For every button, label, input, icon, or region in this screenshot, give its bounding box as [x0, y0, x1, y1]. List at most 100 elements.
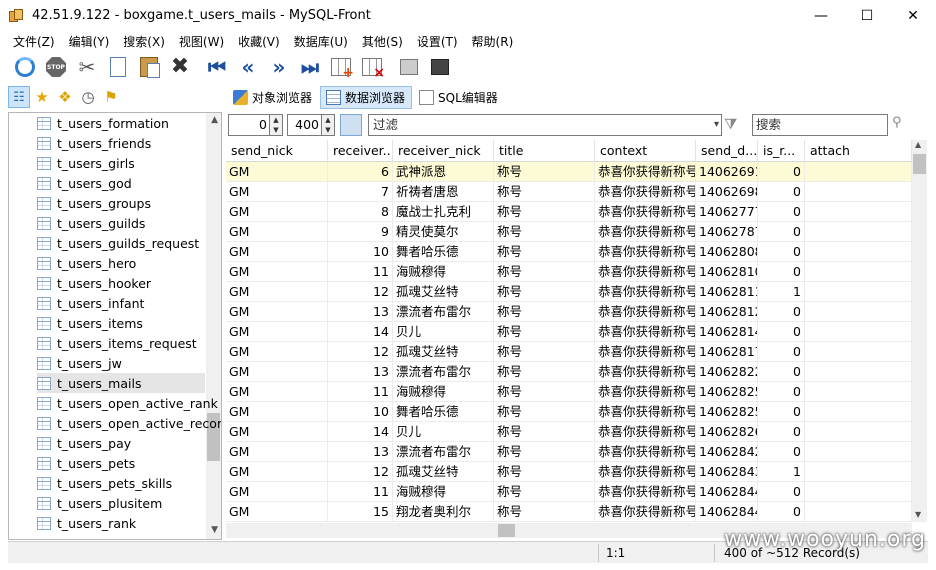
column-header[interactable]: receiver_nick — [393, 140, 494, 162]
table-cell[interactable]: 称号 — [494, 502, 595, 522]
table-cell[interactable] — [805, 282, 912, 302]
table-cell[interactable]: 14062814 — [696, 322, 758, 342]
explorer-button[interactable]: ❖ — [54, 86, 76, 108]
table-cell[interactable] — [805, 322, 912, 342]
tree-item-t-users-formation[interactable]: t_users_formation — [37, 113, 177, 133]
tree-item-t-users-hooker[interactable]: t_users_hooker — [37, 273, 159, 293]
scroll-down-icon[interactable]: ▼ — [211, 525, 218, 535]
table-cell[interactable]: 舞者哈乐德 — [393, 402, 494, 422]
tree-item-t-users-items-request[interactable]: t_users_items_request — [37, 333, 205, 353]
table-cell[interactable] — [805, 182, 912, 202]
table-row[interactable]: GM 8 魔战士扎克利 称号 恭喜你获得新称号 14062777 0 — [226, 202, 912, 222]
table-cell[interactable]: 祈祷者唐恩 — [393, 182, 494, 202]
table-cell[interactable] — [805, 302, 912, 322]
tree-item-t-users-open-active-recor[interactable]: t_users_open_active_recor — [37, 413, 221, 433]
table-row[interactable]: GM 13 漂流者布雷尔 称号 恭喜你获得新称号 14062822 0 — [226, 362, 912, 382]
table-cell[interactable]: 0 — [758, 442, 805, 462]
menu-edit[interactable]: 编辑(Y) — [62, 33, 117, 50]
table-cell[interactable]: 14062826 — [696, 422, 758, 442]
tree-item-t-users-girls[interactable]: t_users_girls — [37, 153, 143, 173]
table-cell[interactable]: 称号 — [494, 382, 595, 402]
table-cell[interactable]: 武神派恩 — [393, 162, 494, 182]
table-cell[interactable]: 称号 — [494, 442, 595, 462]
table-cell[interactable]: 恭喜你获得新称号 — [595, 482, 696, 502]
table-cell[interactable]: 称号 — [494, 262, 595, 282]
paste-button[interactable] — [136, 54, 162, 80]
last-record-button[interactable]: ⏭ — [297, 54, 323, 80]
menu-view[interactable]: 视图(W) — [172, 33, 231, 50]
table-cell[interactable]: 恭喜你获得新称号 — [595, 402, 696, 422]
chevron-down-icon[interactable]: ▾ — [714, 115, 719, 135]
table-cell[interactable]: 7 — [328, 182, 393, 202]
table-row[interactable]: GM 9 精灵使莫尔 称号 恭喜你获得新称号 14062787 0 — [226, 222, 912, 242]
table-row[interactable]: GM 6 武神派恩 称号 恭喜你获得新称号 14062691 0 — [226, 162, 912, 182]
tree-item-t-users-rank[interactable]: t_users_rank — [37, 513, 144, 533]
tree-item-t-users-infant[interactable]: t_users_infant — [37, 293, 152, 313]
tree-item-t-users-mails[interactable]: t_users_mails — [37, 373, 205, 393]
scroll-down-icon[interactable]: ▼ — [915, 510, 921, 519]
table-cell[interactable]: GM — [226, 162, 328, 182]
table-cell[interactable]: 0 — [758, 222, 805, 242]
limit-spinner[interactable]: ▲ ▼ — [322, 114, 335, 136]
column-header[interactable]: send_nick — [226, 140, 328, 162]
table-row[interactable]: GM 12 孤魂艾丝特 称号 恭喜你获得新称号 14062843 1 — [226, 462, 912, 482]
grid-scroll-thumb[interactable] — [913, 154, 926, 174]
table-cell[interactable]: 14062842 — [696, 442, 758, 462]
table-cell[interactable]: 0 — [758, 502, 805, 522]
table-cell[interactable]: 恭喜你获得新称号 — [595, 382, 696, 402]
table-cell[interactable]: 恭喜你获得新称号 — [595, 502, 696, 522]
table-cell[interactable]: GM — [226, 482, 328, 502]
table-cell[interactable]: 14062825 — [696, 402, 758, 422]
table-cell[interactable]: 恭喜你获得新称号 — [595, 462, 696, 482]
table-cell[interactable]: 恭喜你获得新称号 — [595, 322, 696, 342]
table-cell[interactable]: 1 — [758, 282, 805, 302]
offset-input[interactable]: 0 — [228, 114, 270, 136]
table-cell[interactable] — [805, 262, 912, 282]
table-cell[interactable]: 0 — [758, 182, 805, 202]
table-cell[interactable]: GM — [226, 202, 328, 222]
table-cell[interactable] — [805, 222, 912, 242]
table-cell[interactable]: 孤魂艾丝特 — [393, 282, 494, 302]
table-cell[interactable]: 0 — [758, 162, 805, 182]
table-cell[interactable]: 14062843 — [696, 462, 758, 482]
table-cell[interactable] — [805, 162, 912, 182]
tab-sql-editor[interactable]: SQL编辑器 — [414, 86, 504, 109]
table-row[interactable]: GM 13 漂流者布雷尔 称号 恭喜你获得新称号 14062812 0 — [226, 302, 912, 322]
table-cell[interactable]: 称号 — [494, 342, 595, 362]
table-cell[interactable]: 0 — [758, 402, 805, 422]
tree-item-t-users-god[interactable]: t_users_god — [37, 173, 140, 193]
table-row[interactable]: GM 10 舞者哈乐德 称号 恭喜你获得新称号 14062808 0 — [226, 242, 912, 262]
menu-help[interactable]: 帮助(R) — [465, 33, 521, 50]
insert-record-button[interactable] — [328, 54, 354, 81]
maximize-button[interactable]: ☐ — [844, 0, 890, 31]
table-cell[interactable]: 14062787 — [696, 222, 758, 242]
table-cell[interactable]: 6 — [328, 162, 393, 182]
tree-item-t-users-friends[interactable]: t_users_friends — [37, 133, 159, 153]
table-row[interactable]: GM 13 漂流者布雷尔 称号 恭喜你获得新称号 14062842 0 — [226, 442, 912, 462]
table-cell[interactable]: 恭喜你获得新称号 — [595, 202, 696, 222]
table-cell[interactable]: 称号 — [494, 302, 595, 322]
column-header[interactable]: receiver... — [328, 140, 393, 162]
table-cell[interactable]: 8 — [328, 202, 393, 222]
table-cell[interactable]: 精灵使莫尔 — [393, 222, 494, 242]
table-cell[interactable]: 13 — [328, 302, 393, 322]
offset-spinner[interactable]: ▲ ▼ — [270, 114, 283, 136]
menu-file[interactable]: 文件(Z) — [6, 33, 62, 50]
table-cell[interactable]: 恭喜你获得新称号 — [595, 262, 696, 282]
limit-input[interactable]: 400 — [287, 114, 322, 136]
table-cell[interactable]: 12 — [328, 462, 393, 482]
table-cell[interactable]: 13 — [328, 362, 393, 382]
tree-item-t-users-pay[interactable]: t_users_pay — [37, 433, 139, 453]
table-row[interactable]: GM 12 孤魂艾丝特 称号 恭喜你获得新称号 14062817 0 — [226, 342, 912, 362]
table-cell[interactable]: 贝儿 — [393, 322, 494, 342]
tree-item-t-users-pets-skills[interactable]: t_users_pets_skills — [37, 473, 180, 493]
table-cell[interactable] — [805, 422, 912, 442]
bookmarks-button[interactable]: ★ — [31, 86, 53, 108]
table-row[interactable]: GM 14 贝儿 称号 恭喜你获得新称号 14062826 0 — [226, 422, 912, 442]
table-cell[interactable]: 0 — [758, 382, 805, 402]
table-cell[interactable] — [805, 342, 912, 362]
table-cell[interactable] — [805, 462, 912, 482]
tab-data-browser[interactable]: 数据浏览器 — [320, 85, 413, 109]
table-cell[interactable]: 14062777 — [696, 202, 758, 222]
table-cell[interactable]: 14062698 — [696, 182, 758, 202]
